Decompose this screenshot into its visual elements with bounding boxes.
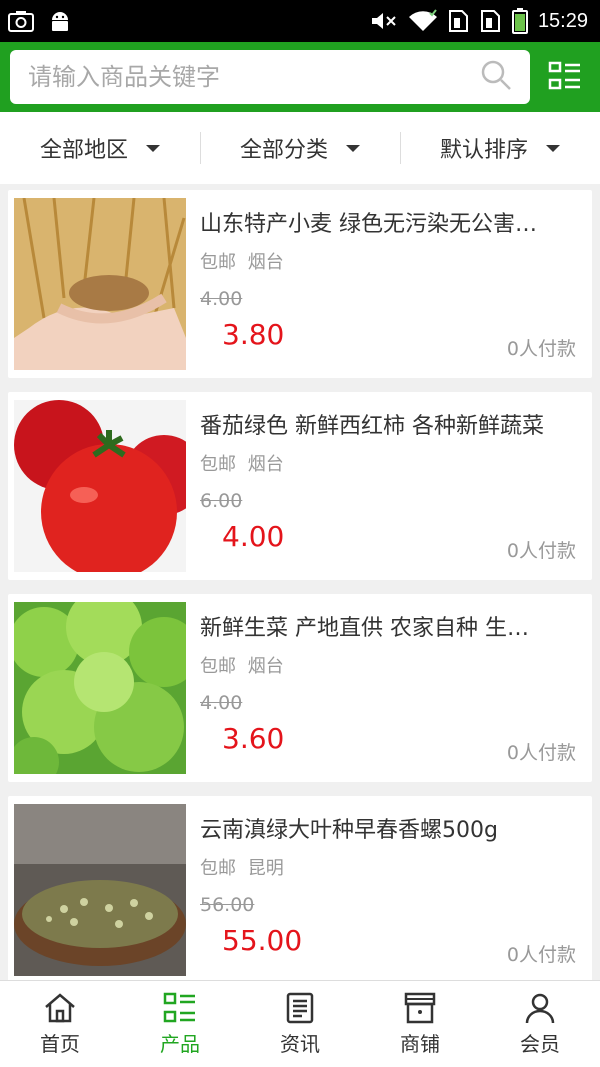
original-price: 56.00 xyxy=(200,894,255,916)
product-title[interactable]: 番茄绿色 新鲜西红柿 各种新鲜蔬菜 xyxy=(200,408,588,440)
nav-member-label: 会员 xyxy=(520,1031,560,1056)
product-image-wheat[interactable] xyxy=(14,198,186,370)
status-bar: 15:29 xyxy=(0,0,600,42)
sale-price: 3.80 xyxy=(222,318,285,351)
nav-home[interactable]: 首页 xyxy=(0,981,120,1067)
member-icon xyxy=(524,992,556,1024)
filter-sort[interactable]: 默认排序 xyxy=(400,112,600,184)
chevron-down-icon xyxy=(546,144,560,152)
search-input[interactable] xyxy=(28,63,448,91)
chevron-down-icon xyxy=(146,144,160,152)
news-icon xyxy=(284,992,316,1024)
products-icon xyxy=(163,992,197,1024)
nav-member[interactable]: 会员 xyxy=(480,981,600,1067)
android-icon xyxy=(48,9,72,33)
original-price: 4.00 xyxy=(200,288,243,310)
buyers-count: 0人付款 xyxy=(506,944,576,966)
battery-icon xyxy=(511,8,528,34)
product-title[interactable]: 山东特产小麦 绿色无污染无公害… xyxy=(200,206,588,238)
buyers-count: 0人付款 xyxy=(506,540,576,562)
shipping-label: 包邮 xyxy=(200,252,236,273)
filter-region-label: 全部地区 xyxy=(39,138,128,163)
product-card[interactable]: 番茄绿色 新鲜西红柿 各种新鲜蔬菜 包邮 烟台 6.00 4.00 0人付款 xyxy=(8,392,592,580)
search-box[interactable] xyxy=(10,50,530,104)
mute-icon xyxy=(370,10,398,32)
nav-products-label: 产品 xyxy=(160,1031,200,1056)
nav-news-label: 资讯 xyxy=(280,1031,320,1056)
screenshot-icon xyxy=(8,10,34,32)
location-label: 烟台 xyxy=(247,656,284,677)
product-list: 山东特产小麦 绿色无污染无公害… 包邮 烟台 4.00 3.80 0人付款 番茄… xyxy=(0,184,600,980)
product-image-tea[interactable] xyxy=(14,804,186,976)
header xyxy=(0,42,600,112)
product-meta: 包邮 烟台 xyxy=(200,248,592,274)
buyers-count: 0人付款 xyxy=(506,742,576,764)
bottom-nav: 首页 产品 资讯 商铺 会员 xyxy=(0,980,600,1067)
sim2-icon xyxy=(480,9,502,33)
filter-sort-label: 默认排序 xyxy=(439,138,528,163)
sim1-icon xyxy=(448,9,470,33)
product-meta: 包邮 昆明 xyxy=(200,854,592,880)
filter-region[interactable]: 全部地区 xyxy=(0,112,200,184)
nav-news[interactable]: 资讯 xyxy=(240,981,360,1067)
nav-shop[interactable]: 商铺 xyxy=(360,981,480,1067)
shop-icon xyxy=(403,992,437,1024)
chevron-down-icon xyxy=(346,144,360,152)
sale-price: 55.00 xyxy=(222,924,303,957)
filter-bar: 全部地区 全部分类 默认排序 xyxy=(0,112,600,184)
search-icon[interactable] xyxy=(480,59,512,95)
sale-price: 4.00 xyxy=(222,520,285,553)
shipping-label: 包邮 xyxy=(200,454,236,475)
home-icon xyxy=(43,992,77,1024)
location-label: 烟台 xyxy=(247,252,284,273)
product-card[interactable]: 新鲜生菜 产地直供 农家自种 生… 包邮 烟台 4.00 3.60 0人付款 xyxy=(8,594,592,782)
product-meta: 包邮 烟台 xyxy=(200,450,592,476)
category-menu-icon[interactable] xyxy=(548,60,582,94)
buyers-count: 0人付款 xyxy=(506,338,576,360)
product-card[interactable]: 云南滇绿大叶种早春香螺500g 包邮 昆明 56.00 55.00 0人付款 xyxy=(8,796,592,980)
filter-category-label: 全部分类 xyxy=(239,138,328,163)
wifi-icon xyxy=(408,9,438,33)
product-image-tomato[interactable] xyxy=(14,400,186,572)
sale-price: 3.60 xyxy=(222,722,285,755)
location-label: 昆明 xyxy=(247,858,284,879)
shipping-label: 包邮 xyxy=(200,858,236,879)
product-card[interactable]: 山东特产小麦 绿色无污染无公害… 包邮 烟台 4.00 3.80 0人付款 xyxy=(8,190,592,378)
nav-products[interactable]: 产品 xyxy=(120,981,240,1067)
nav-home-label: 首页 xyxy=(40,1031,80,1056)
status-time: 15:29 xyxy=(537,9,588,32)
shipping-label: 包邮 xyxy=(200,656,236,677)
location-label: 烟台 xyxy=(247,454,284,475)
original-price: 6.00 xyxy=(200,490,243,512)
product-title[interactable]: 新鲜生菜 产地直供 农家自种 生… xyxy=(200,610,588,642)
original-price: 4.00 xyxy=(200,692,243,714)
filter-category[interactable]: 全部分类 xyxy=(200,112,400,184)
nav-shop-label: 商铺 xyxy=(400,1031,440,1056)
product-image-lettuce[interactable] xyxy=(14,602,186,774)
product-meta: 包邮 烟台 xyxy=(200,652,592,678)
product-title[interactable]: 云南滇绿大叶种早春香螺500g xyxy=(200,812,588,844)
